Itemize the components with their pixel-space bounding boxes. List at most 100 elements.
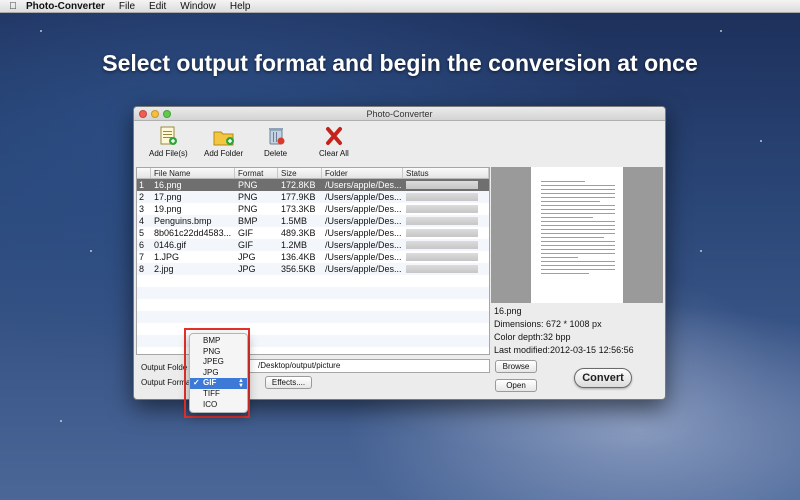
minimize-window-button[interactable]	[151, 110, 159, 118]
table-row-empty	[137, 287, 489, 299]
add-files-button[interactable]: Add File(s)	[149, 126, 188, 158]
format-option-jpg[interactable]: JPG	[190, 368, 247, 379]
clear-all-button[interactable]: Clear All	[319, 126, 349, 158]
row-file-name: Penguins.bmp	[154, 216, 212, 226]
row-size: 173.3KB	[281, 204, 316, 214]
row-size: 172.8KB	[281, 180, 316, 190]
status-progress-bar	[406, 241, 478, 249]
status-progress-bar	[406, 205, 478, 213]
close-window-button[interactable]	[139, 110, 147, 118]
row-file-name: 1.JPG	[154, 252, 180, 262]
format-option-tiff[interactable]: TIFF	[190, 389, 247, 400]
preview-filename: 16.png	[494, 306, 522, 316]
add-folder-button[interactable]: Add Folder	[204, 128, 243, 158]
row-folder: /Users/apple/Des...	[325, 252, 402, 262]
row-format: PNG	[238, 192, 258, 202]
add-folder-label: Add Folder	[204, 149, 244, 158]
row-size: 489.3KB	[281, 228, 316, 238]
table-row[interactable]: 4 Penguins.bmp BMP 1.5MB /Users/apple/De…	[137, 215, 489, 227]
table-row[interactable]: 1 16.png PNG 172.8KB /Users/apple/Des...	[137, 179, 489, 191]
row-num: 2	[139, 192, 145, 202]
output-folder-label: Output Folde	[141, 363, 188, 372]
status-progress-bar	[406, 217, 478, 225]
format-option-gif[interactable]: ✓ GIF ▲ ▼	[190, 378, 247, 389]
row-status	[403, 239, 489, 251]
table-row[interactable]: 8 2.jpg JPG 356.5KB /Users/apple/Des...	[137, 263, 489, 275]
format-option-gif-label: GIF	[203, 378, 217, 388]
row-size: 177.9KB	[281, 192, 316, 202]
status-progress-bar	[406, 181, 478, 189]
row-file-name: 16.png	[154, 180, 182, 190]
clear-all-x-icon	[325, 127, 342, 145]
table-row[interactable]: 7 1.JPG JPG 136.4KB /Users/apple/Des...	[137, 251, 489, 263]
row-status	[403, 179, 489, 191]
row-status	[403, 215, 489, 227]
row-folder: /Users/apple/Des...	[325, 216, 402, 226]
zoom-window-button[interactable]	[163, 110, 171, 118]
row-folder: /Users/apple/Des...	[325, 264, 402, 274]
row-folder: /Users/apple/Des...	[325, 204, 402, 214]
menu-file[interactable]: File	[119, 1, 135, 12]
format-option-jpeg[interactable]: JPEG	[190, 357, 247, 368]
toolbar: Add File(s) Add Folder Delete Clear All	[134, 122, 665, 167]
delete-button[interactable]: Delete	[264, 126, 287, 158]
table-row[interactable]: 6 0146.gif GIF 1.2MB /Users/apple/Des...	[137, 239, 489, 251]
popup-arrows-icon: ▲ ▼	[238, 378, 244, 390]
table-row-empty	[137, 311, 489, 323]
open-button[interactable]: Open	[495, 379, 537, 392]
table-row-empty	[137, 299, 489, 311]
row-folder: /Users/apple/Des...	[325, 228, 402, 238]
format-option-bmp[interactable]: BMP	[190, 336, 247, 347]
col-file-name[interactable]: File Name	[151, 168, 235, 178]
menu-edit[interactable]: Edit	[149, 1, 166, 12]
add-folder-icon	[213, 131, 234, 146]
preview-color-depth: Color depth:32 bpp	[494, 332, 571, 342]
row-num: 1	[139, 180, 145, 190]
menu-help[interactable]: Help	[230, 1, 251, 12]
row-file-name: 8b061c22dd4583...	[154, 228, 232, 238]
row-status	[403, 191, 489, 203]
menubar:  Photo-Converter File Edit Window Help	[0, 0, 800, 13]
col-status[interactable]: Status	[403, 168, 489, 178]
trash-icon	[268, 128, 285, 145]
window-title: Photo-Converter	[366, 109, 433, 119]
row-size: 1.2MB	[281, 240, 308, 250]
format-option-ico[interactable]: ICO	[190, 400, 247, 411]
table-row-empty	[137, 275, 489, 287]
status-progress-bar	[406, 253, 478, 261]
apple-icon[interactable]: 	[0, 1, 26, 12]
menu-window[interactable]: Window	[180, 1, 216, 12]
browse-button[interactable]: Browse	[495, 360, 537, 373]
clear-all-label: Clear All	[319, 149, 349, 158]
row-num: 3	[139, 204, 145, 214]
status-progress-bar	[406, 265, 478, 273]
format-option-png[interactable]: PNG	[190, 347, 247, 358]
window-titlebar[interactable]: Photo-Converter	[134, 107, 665, 121]
table-row[interactable]: 5 8b061c22dd4583... GIF 489.3KB /Users/a…	[137, 227, 489, 239]
table-row[interactable]: 3 19.png PNG 173.3KB /Users/apple/Des...	[137, 203, 489, 215]
col-num	[137, 168, 151, 178]
table-row[interactable]: 2 17.png PNG 177.9KB /Users/apple/Des...	[137, 191, 489, 203]
row-num: 8	[139, 264, 145, 274]
row-size: 136.4KB	[281, 252, 316, 262]
col-size[interactable]: Size	[278, 168, 322, 178]
col-format[interactable]: Format	[235, 168, 278, 178]
output-folder-field[interactable]: /Desktop/output/picture	[224, 359, 490, 373]
row-format: JPG	[238, 264, 256, 274]
row-size: 356.5KB	[281, 264, 316, 274]
row-format: BMP	[238, 216, 258, 226]
col-folder[interactable]: Folder	[322, 168, 403, 178]
star	[700, 250, 702, 252]
row-size: 1.5MB	[281, 216, 308, 226]
menubar-app-name[interactable]: Photo-Converter	[26, 1, 105, 12]
star	[40, 30, 42, 32]
effects-button[interactable]: Effects....	[265, 376, 312, 389]
output-format-popup[interactable]: BMP PNG JPEG JPG ✓ GIF ▲ ▼ TIFF ICO	[189, 333, 248, 413]
image-preview	[491, 167, 663, 303]
row-file-name: 17.png	[154, 192, 182, 202]
headline: Select output format and begin the conve…	[102, 50, 698, 76]
table-header: File Name Format Size Folder Status	[137, 168, 489, 179]
row-status	[403, 263, 489, 275]
row-format: PNG	[238, 204, 258, 214]
convert-button[interactable]: Convert	[574, 368, 632, 388]
